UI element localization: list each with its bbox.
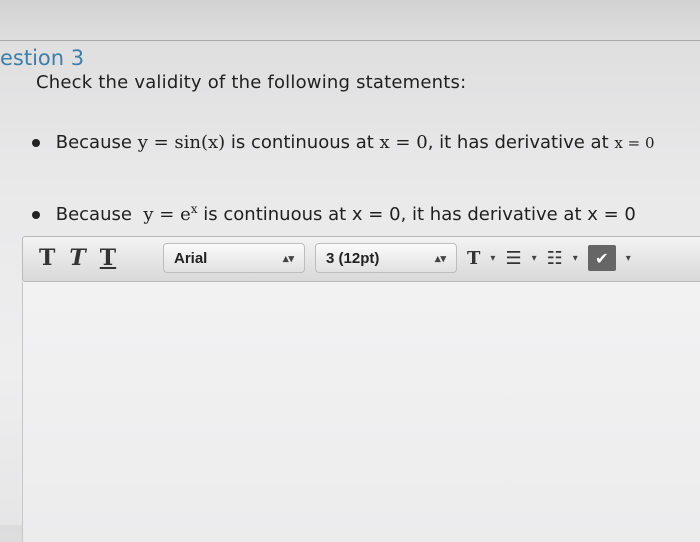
spellcheck-icon[interactable]: ✔ bbox=[587, 245, 616, 271]
numbered-list-icon[interactable]: ☷ bbox=[547, 248, 563, 269]
page-top-bar bbox=[0, 0, 700, 41]
statement-tail: , it has derivative at bbox=[427, 132, 609, 153]
question-title: estion 3 bbox=[0, 46, 85, 70]
editor-toolbar: T T T Arial ▴▾ 3 (12pt) ▴▾ T ▾ ☰ ▾ ☷ ▾ ✔… bbox=[22, 236, 700, 282]
question-prompt: Check the validity of the following stat… bbox=[36, 72, 467, 93]
chevron-down-icon[interactable]: ▾ bbox=[490, 253, 495, 264]
statement-end: x = 0 bbox=[614, 134, 655, 152]
bullet-list-icon[interactable]: ☰ bbox=[505, 248, 521, 269]
statement-condition: x = 0 bbox=[351, 204, 401, 225]
math-exponent: x bbox=[190, 202, 198, 216]
statement-tail: , it has derivative at bbox=[400, 204, 582, 225]
select-arrows-icon: ▴▾ bbox=[282, 252, 294, 265]
italic-button[interactable]: T bbox=[69, 245, 85, 271]
statement-lead: Because bbox=[55, 132, 132, 153]
chevron-down-icon[interactable]: ▾ bbox=[573, 253, 578, 264]
font-family-value: Arial bbox=[174, 249, 208, 267]
format-icons-group: T ▾ ☰ ▾ ☷ ▾ ✔ ▾ bbox=[467, 243, 631, 273]
font-size-value: 3 (12pt) bbox=[326, 249, 380, 267]
font-size-select[interactable]: 3 (12pt) ▴▾ bbox=[315, 243, 457, 273]
chevron-down-icon[interactable]: ▾ bbox=[626, 253, 631, 264]
statement-condition: x = 0 bbox=[379, 132, 428, 153]
underline-button[interactable]: T bbox=[100, 245, 116, 271]
chevron-down-icon[interactable]: ▾ bbox=[532, 253, 537, 264]
bullet-icon bbox=[32, 211, 40, 219]
statement-middle: is continuous at bbox=[230, 132, 374, 153]
statement-lead: Because bbox=[55, 204, 132, 225]
text-color-button[interactable]: T bbox=[467, 248, 480, 269]
font-family-select[interactable]: Arial ▴▾ bbox=[163, 243, 305, 273]
statement-math: y = sin(x) bbox=[137, 132, 226, 153]
statement-middle: is continuous at bbox=[203, 204, 347, 225]
statement-1: Because y = sin(x) is continuous at x = … bbox=[32, 132, 654, 153]
bold-button[interactable]: T bbox=[39, 245, 55, 271]
text-style-group: T T T bbox=[39, 243, 116, 273]
statement-2: Because y = ex is continuous at x = 0, i… bbox=[32, 202, 636, 225]
statement-end: x = 0 bbox=[587, 204, 636, 225]
select-arrows-icon: ▴▾ bbox=[434, 252, 446, 265]
answer-editor-area[interactable] bbox=[22, 282, 700, 542]
bullet-icon bbox=[32, 139, 40, 147]
math-base: y = e bbox=[143, 204, 191, 225]
statement-math: y = ex bbox=[143, 202, 198, 225]
